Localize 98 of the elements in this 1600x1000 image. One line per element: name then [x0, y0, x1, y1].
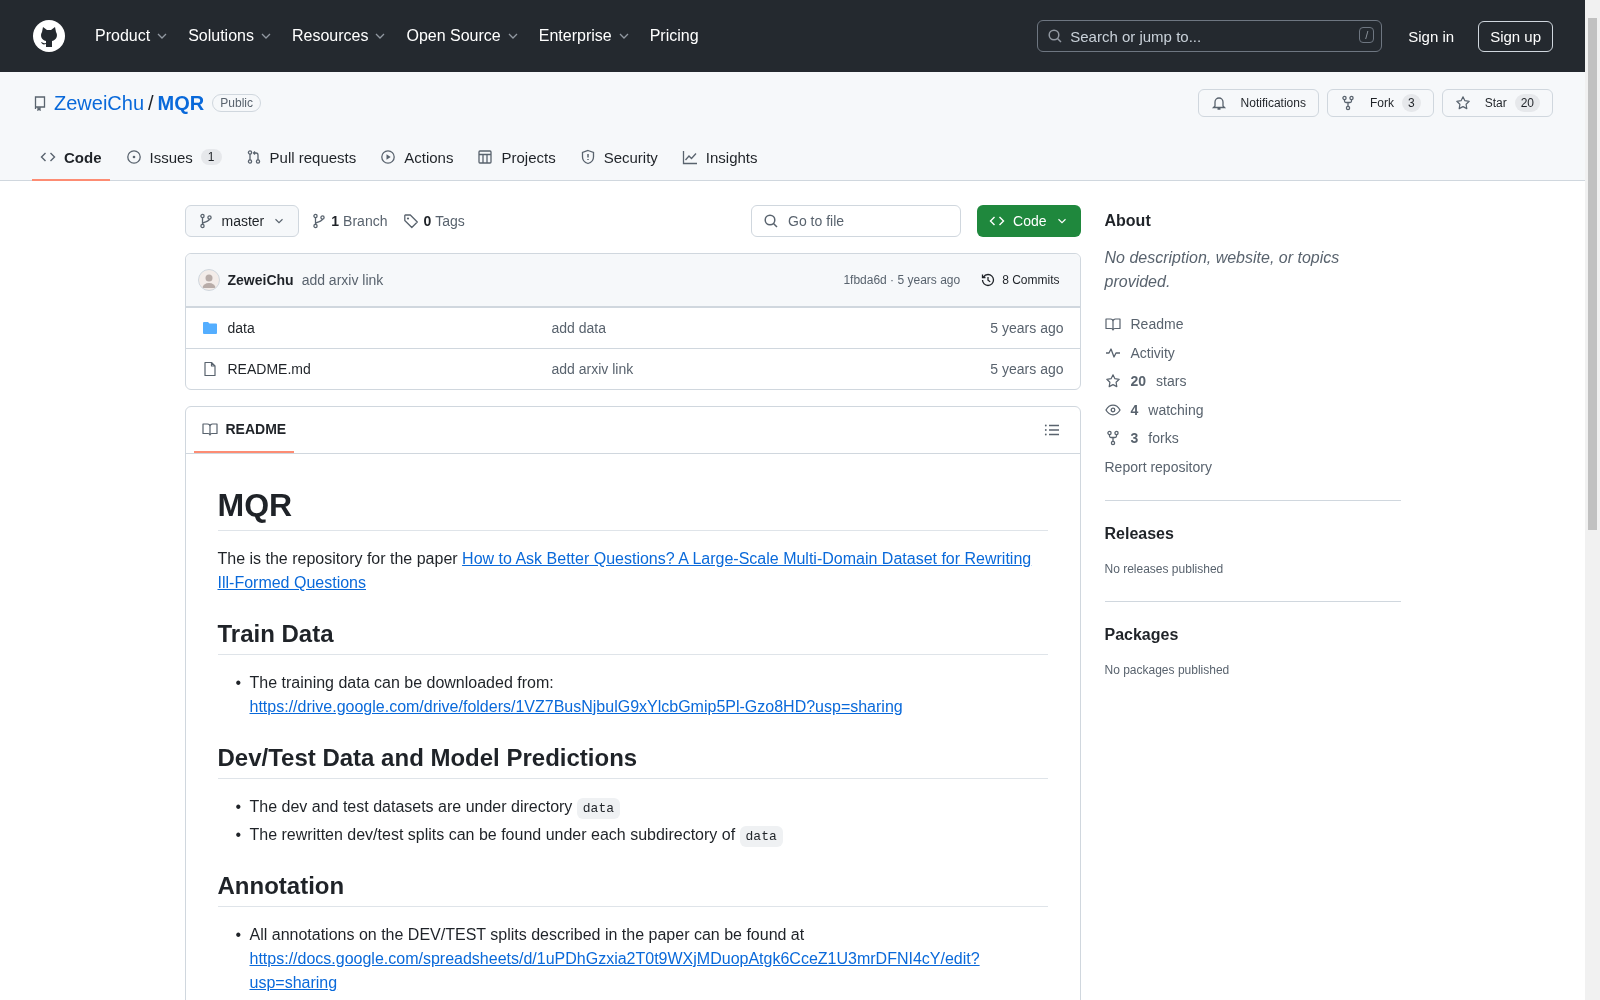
tag-icon — [403, 213, 420, 229]
commit-message[interactable]: add arxiv link — [301, 272, 384, 288]
readme-tab[interactable]: README — [193, 407, 295, 453]
sidebar-link[interactable]: 3 forks — [1104, 424, 1179, 453]
about-heading: About — [1104, 212, 1152, 230]
commit-meta: 1fbda6d · 5 years ago — [843, 273, 961, 287]
link[interactable]: How to Ask Better Questions? A Large-Scale Multi-Domain Dataset for Rewriting — [462, 550, 1032, 567]
notifications-button[interactable]: Notifications — [1197, 89, 1319, 117]
commit-message[interactable]: add data — [551, 320, 991, 336]
nav-menu-item[interactable]: Resources — [283, 21, 397, 51]
search-icon — [763, 213, 780, 229]
repo-tab[interactable]: Actions — [372, 135, 462, 181]
list-bullet: • — [235, 797, 242, 817]
commit-author[interactable]: ZeweiChu — [227, 272, 294, 288]
shortcut-key: / — [1359, 27, 1375, 43]
star-icon — [1454, 95, 1471, 111]
link[interactable]: Ill-Formed Questions — [217, 574, 366, 591]
packages-heading: Packages — [1104, 625, 1180, 644]
table-icon — [477, 149, 494, 165]
file-age: 5 years ago — [990, 361, 1064, 377]
section-heading: Train Data — [217, 619, 1048, 655]
nav-menu-item[interactable]: Pricing — [641, 21, 707, 51]
repo-icon — [32, 95, 48, 111]
sign-in-link[interactable]: Sign in — [1400, 23, 1463, 49]
counter: 20 — [1514, 94, 1540, 112]
link[interactable]: https://docs.google.com/spreadsheets/d/1uPDhGzxia2T0t9WXjMDuopAtgk6CceZ1U3mrDFNI4cY/edit?usp=sharing — [249, 947, 1048, 995]
fork-icon — [1104, 430, 1121, 447]
repo-name-link[interactable]: MQR — [157, 91, 205, 115]
star-button[interactable]: Star 20 — [1441, 89, 1553, 117]
section-heading: Dev/Test Data and Model Predictions — [217, 743, 1048, 779]
list-bullet: • — [235, 825, 242, 845]
nav-menu-item[interactable]: Open Source — [398, 21, 529, 51]
file-name[interactable]: data — [227, 320, 255, 336]
fork-button[interactable]: Fork 3 — [1326, 89, 1434, 117]
releases-heading: Releases — [1104, 524, 1175, 543]
fork-icon — [1339, 95, 1356, 111]
sign-up-button[interactable]: Sign up — [1478, 20, 1553, 52]
section-heading: Annotation — [217, 871, 1048, 907]
circle-dot-icon — [125, 149, 142, 165]
commits-link[interactable]: 8 Commits — [976, 268, 1064, 292]
sidebar-link[interactable]: 4 watching — [1104, 395, 1204, 424]
repo-tab[interactable]: Security — [571, 135, 666, 181]
inline-code: data — [739, 826, 783, 847]
list-bullet: • — [235, 925, 242, 945]
sidebar-link[interactable]: Activity — [1104, 338, 1175, 367]
file-icon — [201, 361, 218, 377]
code-button[interactable]: Code — [977, 205, 1081, 237]
list-bullet: • — [235, 673, 242, 693]
counter: 3 — [1401, 94, 1421, 112]
paragraph: The is the repository for the paper How to Ask Better Questions? A Large-Scale Multi-Domain Dataset for Rewriting Ill-Formed Questions — [217, 549, 1033, 593]
owner-link[interactable]: ZeweiChu — [54, 91, 145, 115]
star-icon — [1104, 373, 1121, 390]
nav-menu-item[interactable]: Enterprise — [530, 21, 640, 51]
file-name[interactable]: README.md — [227, 361, 311, 377]
tags-link[interactable]: 0 Tags — [399, 213, 469, 229]
pull-request-icon — [245, 149, 262, 165]
branch-icon — [311, 213, 328, 229]
shield-icon — [579, 149, 596, 165]
site-logo[interactable] — [33, 20, 65, 52]
counter: 1 — [200, 149, 222, 165]
branch-select[interactable]: master — [184, 205, 300, 237]
commit-message[interactable]: add arxiv link — [551, 361, 991, 377]
description-text: No description, website, or topics provided. — [1104, 248, 1341, 292]
book-icon — [1104, 316, 1121, 333]
list-icon — [1043, 422, 1060, 438]
bell-icon — [1210, 95, 1227, 111]
repo-tab[interactable]: Insights — [673, 135, 766, 181]
repo-tab[interactable]: Issues 1 — [117, 135, 230, 181]
history-icon — [980, 272, 997, 288]
nav-menu-item[interactable]: Product — [87, 21, 179, 51]
repo-tab[interactable]: Projects — [469, 135, 564, 181]
branches-link[interactable]: 1 Branch — [307, 213, 392, 229]
readme-title: MQR — [217, 485, 1048, 531]
releases-note: No releases published — [1104, 561, 1224, 576]
scrollbar[interactable] — [1585, 0, 1600, 1000]
packages-note: No packages published — [1104, 662, 1230, 677]
play-icon — [380, 149, 397, 165]
list-item-text: The rewritten dev/test splits can be found under each subdirectory of — [249, 826, 736, 843]
folder-icon — [201, 320, 218, 336]
list-item-text: All annotations on the DEV/TEST splits described in the paper can be found at — [249, 926, 805, 943]
list-item-text: The training data can be downloaded from: — [249, 674, 554, 691]
go-to-file-field[interactable]: Go to file — [751, 205, 962, 237]
nav-menu-item[interactable]: Solutions — [180, 21, 282, 51]
repo-tab[interactable]: Pull requests — [237, 135, 365, 181]
repo-tab[interactable]: Code — [32, 135, 110, 181]
inline-code: data — [576, 798, 621, 819]
file-age: 5 years ago — [990, 320, 1064, 336]
search-icon — [1047, 28, 1064, 44]
graph-icon — [681, 149, 698, 165]
link[interactable]: https://drive.google.com/drive/folders/1VZ7BusNjbulG9xYlcbGmip5Pl-Gzo8HD?usp=sharing — [249, 695, 903, 719]
book-icon — [201, 421, 218, 437]
branch-icon — [197, 213, 214, 229]
avatar — [197, 269, 220, 291]
list-item-text: The dev and test datasets are under directory — [249, 798, 573, 815]
sidebar-link[interactable]: Readme — [1104, 310, 1184, 339]
path-separator: / — [148, 91, 154, 115]
report-link[interactable]: Report repository — [1104, 458, 1212, 475]
sidebar-link[interactable]: 20 stars — [1104, 367, 1187, 396]
